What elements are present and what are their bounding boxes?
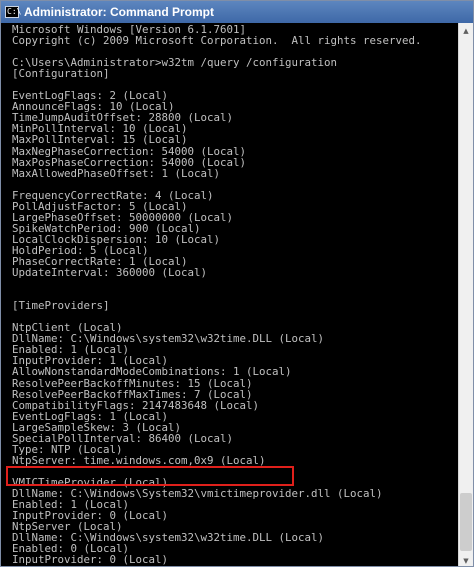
vertical-scrollbar[interactable]: ▲ ▼ — [458, 23, 473, 566]
scrollbar-thumb[interactable] — [460, 493, 472, 551]
console-app-icon[interactable]: C:\ — [5, 6, 22, 18]
console-line: [TimeProviders] — [12, 299, 110, 313]
ntpserver-highlight-box — [6, 466, 294, 486]
title-bar[interactable]: C:\ Administrator: Command Prompt — [1, 1, 473, 23]
console-line: InputProvider: 0 (Local) — [12, 553, 169, 567]
console-line: UpdateInterval: 360000 (Local) — [12, 266, 208, 280]
console-line: MaxAllowedPhaseOffset: 1 (Local) — [12, 166, 221, 180]
console-icon-glyph: C:\ — [7, 7, 22, 16]
console-line: NtpServer: time.windows.com,0x9 (Local) — [12, 453, 266, 467]
window-title: Administrator: Command Prompt — [24, 5, 215, 19]
scroll-up-arrow-icon[interactable]: ▲ — [459, 23, 473, 38]
command-prompt-window: C:\ Administrator: Command Prompt Micros… — [0, 0, 474, 567]
console-line: Copyright (c) 2009 Microsoft Corporation… — [12, 34, 422, 48]
console-line: [Configuration] — [12, 67, 110, 81]
console-output-area[interactable]: Microsoft Windows [Version 6.1.7601] Cop… — [1, 23, 459, 567]
scroll-down-arrow-icon[interactable]: ▼ — [459, 553, 473, 566]
